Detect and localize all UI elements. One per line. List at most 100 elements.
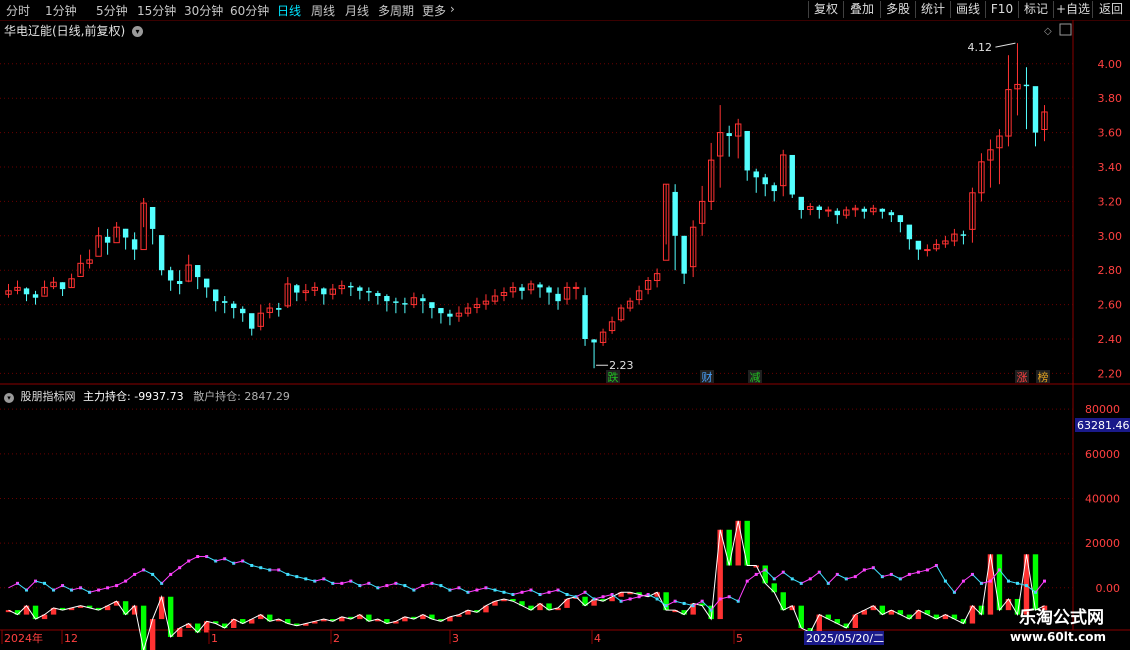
price-tick-label: 2.60 [1098,299,1123,312]
candle-body-down [131,239,138,250]
candle-body-down [23,288,30,295]
price-tick-label: 2.20 [1098,367,1123,380]
stock-chart-canvas[interactable]: 4.00 3.80 3.60 3.40 3.20 3.00 2.80 2.60 2.40 2.20… [0,0,1130,650]
candle-body-down [915,240,922,250]
indicator-name[interactable]: 股朋指标网 [21,390,76,403]
main-position-bar [996,554,1003,611]
event-tag-4: 榜 [1038,370,1049,384]
candle-body-down [203,278,210,288]
time-tick-label: 5 [736,632,743,645]
retail-position-segment [818,571,829,584]
candle-body-down [519,287,525,291]
indicator-title-row: ▾ 股朋指标网 主力持仓: -9937.73 散户持仓: 2847.29 [4,388,290,404]
candle-body-down [771,185,777,192]
candle-body-down [122,228,129,238]
price-tick-label: 4.00 [1098,58,1123,71]
cursor-date-label: 2025/05/20/二 [806,632,884,645]
retail-position-point [1042,579,1046,583]
high-price-label: 4.12 [967,41,992,54]
candle-body-down [249,313,255,329]
watermark-site: www.60lt.com [1009,630,1106,644]
event-tag-2: 减 [750,371,761,384]
candle-body-down [591,339,597,343]
time-tick-label: 12 [64,632,78,645]
main-position-bar [149,619,156,650]
candle-body-down [222,301,228,303]
indicator-menu-icon[interactable]: ▾ [4,393,14,403]
candle-body-down [582,295,588,339]
candle-body-down [375,293,381,296]
retail-position-value: 2847.29 [244,390,290,403]
time-tick-label: 2024年 [4,631,43,645]
candle-body-down [1023,84,1030,87]
candle-body-down [420,298,426,302]
candle-body-down [167,270,174,281]
candle-body-down [546,287,552,293]
candle-body-down [1032,86,1039,133]
candle-body-down [681,235,687,274]
candle-body-down [816,206,822,210]
candle-body-down [834,210,840,216]
candle-body-down [402,303,408,305]
candle-body-up [825,209,832,212]
candle-body-down [384,296,390,302]
indicator-tick-label: 60000 [1085,448,1120,461]
main-position-label: 主力持仓: [83,390,131,403]
chevron-down-icon[interactable]: ▾ [132,26,144,37]
candle-body-down [32,294,39,298]
candle-body-down [960,234,967,236]
candle-body-down [213,289,219,302]
diamond-icon: ◇ [1044,26,1052,37]
candle-body-down [906,224,913,240]
candle-body-down [744,130,750,171]
candle-body-down [348,285,354,288]
indicator-tick-label: 40000 [1085,492,1120,505]
price-tick-label: 3.60 [1098,127,1123,140]
candle-body-down [897,215,904,223]
price-tick-label: 3.40 [1098,161,1123,174]
main-position-value: -9937.73 [134,390,184,403]
event-tag-3: 涨 [1017,371,1028,384]
candle-body-down [537,284,543,288]
candle-body-down [59,282,66,290]
main-chart-title-row: 华电辽能(日线,前复权) ▾ [4,22,144,39]
retail-position-segment [935,565,946,582]
indicator-tick-label: 80000 [1085,403,1120,416]
candle-body-down [240,308,246,314]
candle-body-up [572,286,580,289]
candle-body-down [762,177,768,185]
watermark-logo: 乐淘公式网 [1019,608,1104,628]
pane-maximize-icon [1059,23,1072,36]
candle-body-down [429,302,435,309]
main-position-bar [1032,554,1039,611]
retail-position-segment [954,580,964,593]
candle-body-down [879,208,886,212]
candle-body-down [798,196,804,210]
candle-body-down [158,235,165,271]
time-tick-label: 1 [211,632,218,645]
price-tick-label: 3.80 [1098,92,1123,105]
event-tag-0: 跌 [608,370,619,384]
main-position-bar [744,520,750,566]
cursor-value-label: 63281.46 [1077,419,1130,432]
candle-body-down [447,313,453,317]
time-tick-label: 3 [452,632,459,645]
high-arrow [995,42,1016,48]
candle-body-down [357,287,363,291]
candle-body-down [104,236,111,243]
candle-body-down [366,291,372,293]
candle-body-down [176,281,183,284]
candle-body-down [231,303,237,309]
candle-body-down [294,285,300,293]
main-position-bar [735,520,741,566]
candle-body-down [672,191,678,236]
candle-body-down [194,265,201,278]
candle-body-down [861,208,868,212]
candle-body-up [924,249,931,252]
time-tick-label: 2 [333,632,340,645]
candle-body-down [555,293,561,302]
candle-body-down [753,171,759,178]
price-tick-label: 3.00 [1098,230,1123,243]
candle-body-down [149,206,156,229]
indicator-tick-label: 0.00 [1096,582,1121,595]
